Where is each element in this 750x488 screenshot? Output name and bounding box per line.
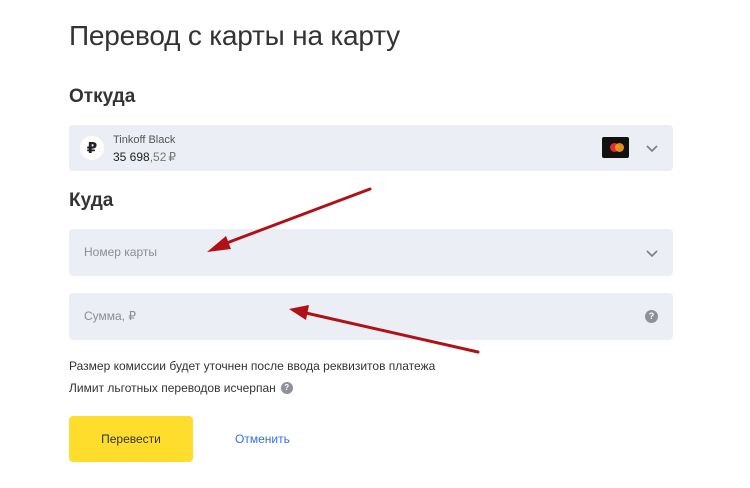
- commission-note: Размер комиссии будет уточнен после ввод…: [69, 359, 436, 373]
- source-card-select[interactable]: ₽ Tinkoff Black 35 698,52 ₽: [69, 125, 673, 171]
- to-section-title: Куда: [69, 190, 114, 211]
- balance-main: 35 698: [113, 150, 150, 164]
- from-section-title: Откуда: [69, 86, 136, 107]
- card-number-placeholder: Номер карты: [84, 245, 157, 259]
- card-number-field[interactable]: Номер карты: [69, 229, 673, 276]
- ruble-icon: ₽: [80, 136, 104, 160]
- card-name: Tinkoff Black: [113, 134, 176, 146]
- chevron-down-icon[interactable]: [646, 142, 658, 154]
- balance-cents: ,52: [149, 150, 167, 164]
- amount-placeholder: Сумма, ₽: [84, 309, 137, 323]
- help-icon[interactable]: ?: [645, 310, 658, 323]
- amount-field[interactable]: Сумма, ₽ ?: [69, 293, 673, 340]
- balance-currency: ₽: [168, 150, 177, 164]
- page-title: Перевод с карты на карту: [69, 20, 400, 51]
- limit-note: Лимит льготных переводов исчерпан ?: [69, 381, 293, 395]
- card-thumbnail-icon: [602, 137, 629, 158]
- limit-note-text: Лимит льготных переводов исчерпан: [69, 381, 276, 395]
- mastercard-circle-orange: [615, 143, 624, 152]
- cancel-link[interactable]: Отменить: [235, 432, 290, 446]
- chevron-down-icon[interactable]: [646, 247, 658, 259]
- transfer-button[interactable]: Перевести: [69, 416, 193, 462]
- card-balance: 35 698,52 ₽: [113, 150, 176, 164]
- help-icon[interactable]: ?: [280, 382, 293, 394]
